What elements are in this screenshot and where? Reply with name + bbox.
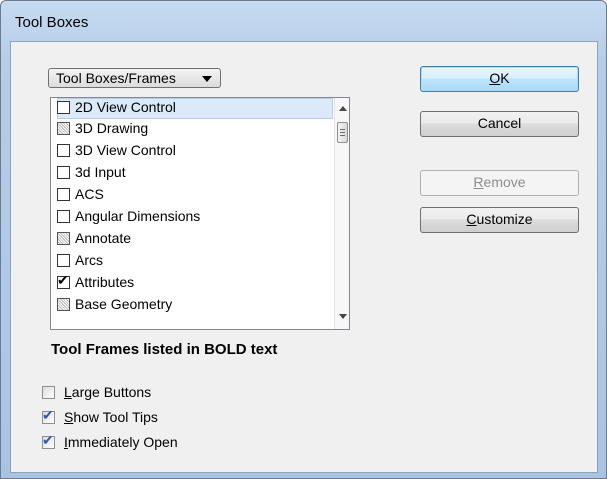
list-item-checkbox[interactable] xyxy=(57,101,70,114)
list-item[interactable]: 2D View Control xyxy=(51,98,334,120)
list-item[interactable]: 3D View Control xyxy=(51,141,334,163)
list-item-checkbox[interactable]: ✔ xyxy=(57,272,70,289)
customize-button[interactable]: Customize xyxy=(420,207,579,233)
scroll-down-icon[interactable] xyxy=(339,314,347,319)
list-item[interactable]: Base Geometry xyxy=(51,295,334,317)
list-item-label: Attributes xyxy=(75,274,135,290)
list-item-label: Arcs xyxy=(75,252,103,268)
cancel-label: Cancel xyxy=(477,115,522,131)
list-item-checkbox[interactable] xyxy=(57,210,70,223)
list-item-label: ACS xyxy=(75,186,104,202)
checkmark-icon: ✔ xyxy=(42,407,54,423)
list-item[interactable]: ✔ Attributes xyxy=(51,273,334,295)
tool-boxes-window: Tool Boxes Tool Boxes/Frames 2D View Con… xyxy=(0,0,607,479)
bold-frames-note: Tool Frames listed in BOLD text xyxy=(51,341,278,358)
list-item-label: Base Geometry xyxy=(75,296,173,312)
scrollbar-thumb[interactable] xyxy=(337,122,348,143)
remove-button: Remove xyxy=(420,170,579,196)
customize-label: ustomize xyxy=(476,211,533,227)
immediately-open-label: Immediately Open xyxy=(64,434,178,450)
list-item[interactable]: Arcs xyxy=(51,251,334,273)
chevron-down-icon xyxy=(202,76,212,82)
list-item-checkbox[interactable] xyxy=(57,122,70,135)
remove-label: emove xyxy=(483,174,526,190)
checkmark-icon: ✔ xyxy=(57,272,69,288)
list-item-label: 3D Drawing xyxy=(75,120,149,136)
dialog-client-area: Tool Boxes/Frames 2D View Control 3D Dra… xyxy=(10,41,598,473)
list-item-label: Annotate xyxy=(75,230,132,246)
customize-mnemonic: C xyxy=(466,211,477,227)
grip-line xyxy=(340,132,345,133)
list-item[interactable]: 3D Drawing xyxy=(51,119,334,141)
list-item-checkbox[interactable] xyxy=(57,232,70,245)
type-dropdown[interactable]: Tool Boxes/Frames xyxy=(48,68,221,88)
list-item-label: 3d Input xyxy=(75,164,126,180)
title-bar[interactable]: Tool Boxes xyxy=(1,1,606,41)
type-dropdown-value: Tool Boxes/Frames xyxy=(56,70,176,86)
list-item-checkbox[interactable] xyxy=(57,254,70,267)
list-item-label: Angular Dimensions xyxy=(75,208,201,224)
list-item[interactable]: Annotate xyxy=(51,229,334,251)
cancel-button[interactable]: Cancel xyxy=(420,111,579,137)
scroll-up-icon[interactable] xyxy=(339,106,347,111)
list-item[interactable]: Angular Dimensions xyxy=(51,207,334,229)
window-title: Tool Boxes xyxy=(15,14,89,31)
show-tool-tips-label: Show Tool Tips xyxy=(64,409,158,425)
list-item-checkbox[interactable] xyxy=(57,188,70,201)
grip-line xyxy=(340,135,345,136)
grip-line xyxy=(340,129,345,130)
checkmark-icon: ✔ xyxy=(42,432,54,448)
ok-button[interactable]: OK xyxy=(420,66,579,92)
remove-mnemonic: R xyxy=(473,174,484,190)
list-item-label: 3D View Control xyxy=(75,142,176,158)
list-item[interactable]: 3d Input xyxy=(51,163,334,185)
list-scrollbar[interactable] xyxy=(334,98,349,329)
large-buttons-label: Large Buttons xyxy=(64,384,152,400)
immediately-open-checkbox[interactable]: ✔ xyxy=(42,432,55,449)
toolbox-list[interactable]: 2D View Control 3D Drawing 3D View Contr… xyxy=(50,97,350,330)
list-item-checkbox[interactable] xyxy=(57,298,70,311)
list-item-checkbox[interactable] xyxy=(57,144,70,157)
show-tool-tips-checkbox[interactable]: ✔ xyxy=(42,407,55,424)
list-item[interactable]: ACS xyxy=(51,185,334,207)
ok-mnemonic: O xyxy=(489,70,501,86)
list-item-checkbox[interactable] xyxy=(57,166,70,179)
ok-label: K xyxy=(500,70,510,86)
large-buttons-checkbox[interactable] xyxy=(42,386,55,399)
list-item-label: 2D View Control xyxy=(75,99,176,115)
